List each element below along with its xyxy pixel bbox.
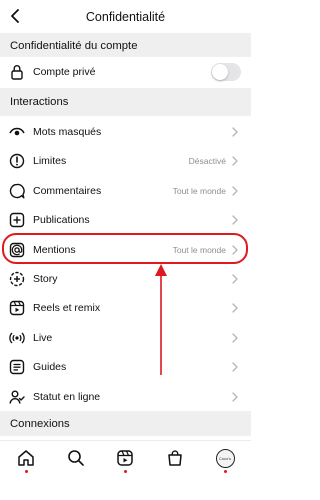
shop-icon <box>168 450 182 466</box>
chevron-right-icon <box>232 185 240 196</box>
home-notification-dot <box>25 470 28 473</box>
online-status-icon <box>9 389 25 405</box>
profile-avatar: Coco's <box>215 448 235 468</box>
search-icon <box>68 450 84 466</box>
chevron-right-icon <box>232 126 240 137</box>
settings-row-reels-et-remix[interactable]: Reels et remix <box>0 293 251 322</box>
nav-search[interactable] <box>65 447 87 469</box>
settings-row-mots-masques[interactable]: Mots masqués <box>0 117 251 146</box>
private-account-label: Compte privé <box>33 65 96 78</box>
back-button[interactable] <box>6 7 24 25</box>
profile-notification-dot <box>223 470 227 473</box>
chevron-right-icon <box>232 155 240 166</box>
home-icon <box>18 450 34 466</box>
lock-icon <box>9 64 25 80</box>
live-icon <box>9 330 25 346</box>
reels-notification-dot <box>123 470 127 473</box>
toggle-knob <box>212 63 228 80</box>
nav-home[interactable] <box>15 447 37 469</box>
settings-row-publications[interactable]: Publications <box>0 205 251 234</box>
chevron-right-icon <box>232 302 240 313</box>
settings-row-label: Commentaires <box>33 184 102 197</box>
settings-row-commentaires[interactable]: Commentaires Tout le monde <box>0 176 251 205</box>
settings-row-value: Tout le monde <box>172 244 226 255</box>
post-icon <box>9 212 25 228</box>
nav-reels[interactable] <box>114 447 136 469</box>
settings-row-label: Limites <box>33 154 67 167</box>
chevron-right-icon <box>232 244 240 255</box>
settings-row-label: Publications <box>33 213 90 226</box>
section-header-account: Confidentialité du compte <box>0 33 251 59</box>
settings-row-guides[interactable]: Guides <box>0 352 251 381</box>
story-icon <box>9 271 25 287</box>
chevron-right-icon <box>232 332 240 343</box>
private-account-row: Compte privé <box>0 57 251 86</box>
settings-row-label: Reels et remix <box>33 301 101 314</box>
settings-row-live[interactable]: Live <box>0 323 251 352</box>
guides-icon <box>9 359 25 375</box>
comment-icon <box>9 183 25 199</box>
settings-row-label: Mentions <box>33 243 76 256</box>
bottom-nav: Coco's <box>0 440 251 500</box>
nav-profile[interactable]: Coco's <box>214 447 236 469</box>
chevron-right-icon <box>232 391 240 402</box>
settings-row-label: Statut en ligne <box>33 390 101 403</box>
settings-row-label: Live <box>33 331 53 344</box>
chevron-right-icon <box>232 361 240 372</box>
settings-row-value: Désactivé <box>188 155 226 166</box>
nav-shop[interactable] <box>164 447 186 469</box>
section-header-interactions: Interactions <box>0 88 251 116</box>
top-bar: Confidentialité <box>0 0 251 33</box>
chevron-right-icon <box>232 214 240 225</box>
settings-row-label: Story <box>33 272 58 285</box>
private-account-toggle[interactable] <box>211 62 241 81</box>
at-icon <box>9 242 25 258</box>
page-title: Confidentialité <box>85 9 166 24</box>
chevron-right-icon <box>232 273 240 284</box>
settings-row-value: Tout le monde <box>172 185 226 196</box>
settings-row-limites[interactable]: Limites Désactivé <box>0 146 251 175</box>
chevron-left-icon <box>11 9 19 23</box>
settings-row-story[interactable]: Story <box>0 264 251 293</box>
settings-row-statut-en-ligne[interactable]: Statut en ligne <box>0 382 251 411</box>
settings-row-label: Mots masqués <box>33 125 102 138</box>
reels-icon <box>9 300 25 316</box>
settings-row-mentions[interactable]: Mentions Tout le monde <box>0 235 251 264</box>
settings-row-label: Guides <box>33 360 67 373</box>
limits-icon <box>9 153 25 169</box>
eye-icon <box>9 124 25 140</box>
section-header-connections: Connexions <box>0 411 251 436</box>
reels-icon <box>117 450 133 466</box>
